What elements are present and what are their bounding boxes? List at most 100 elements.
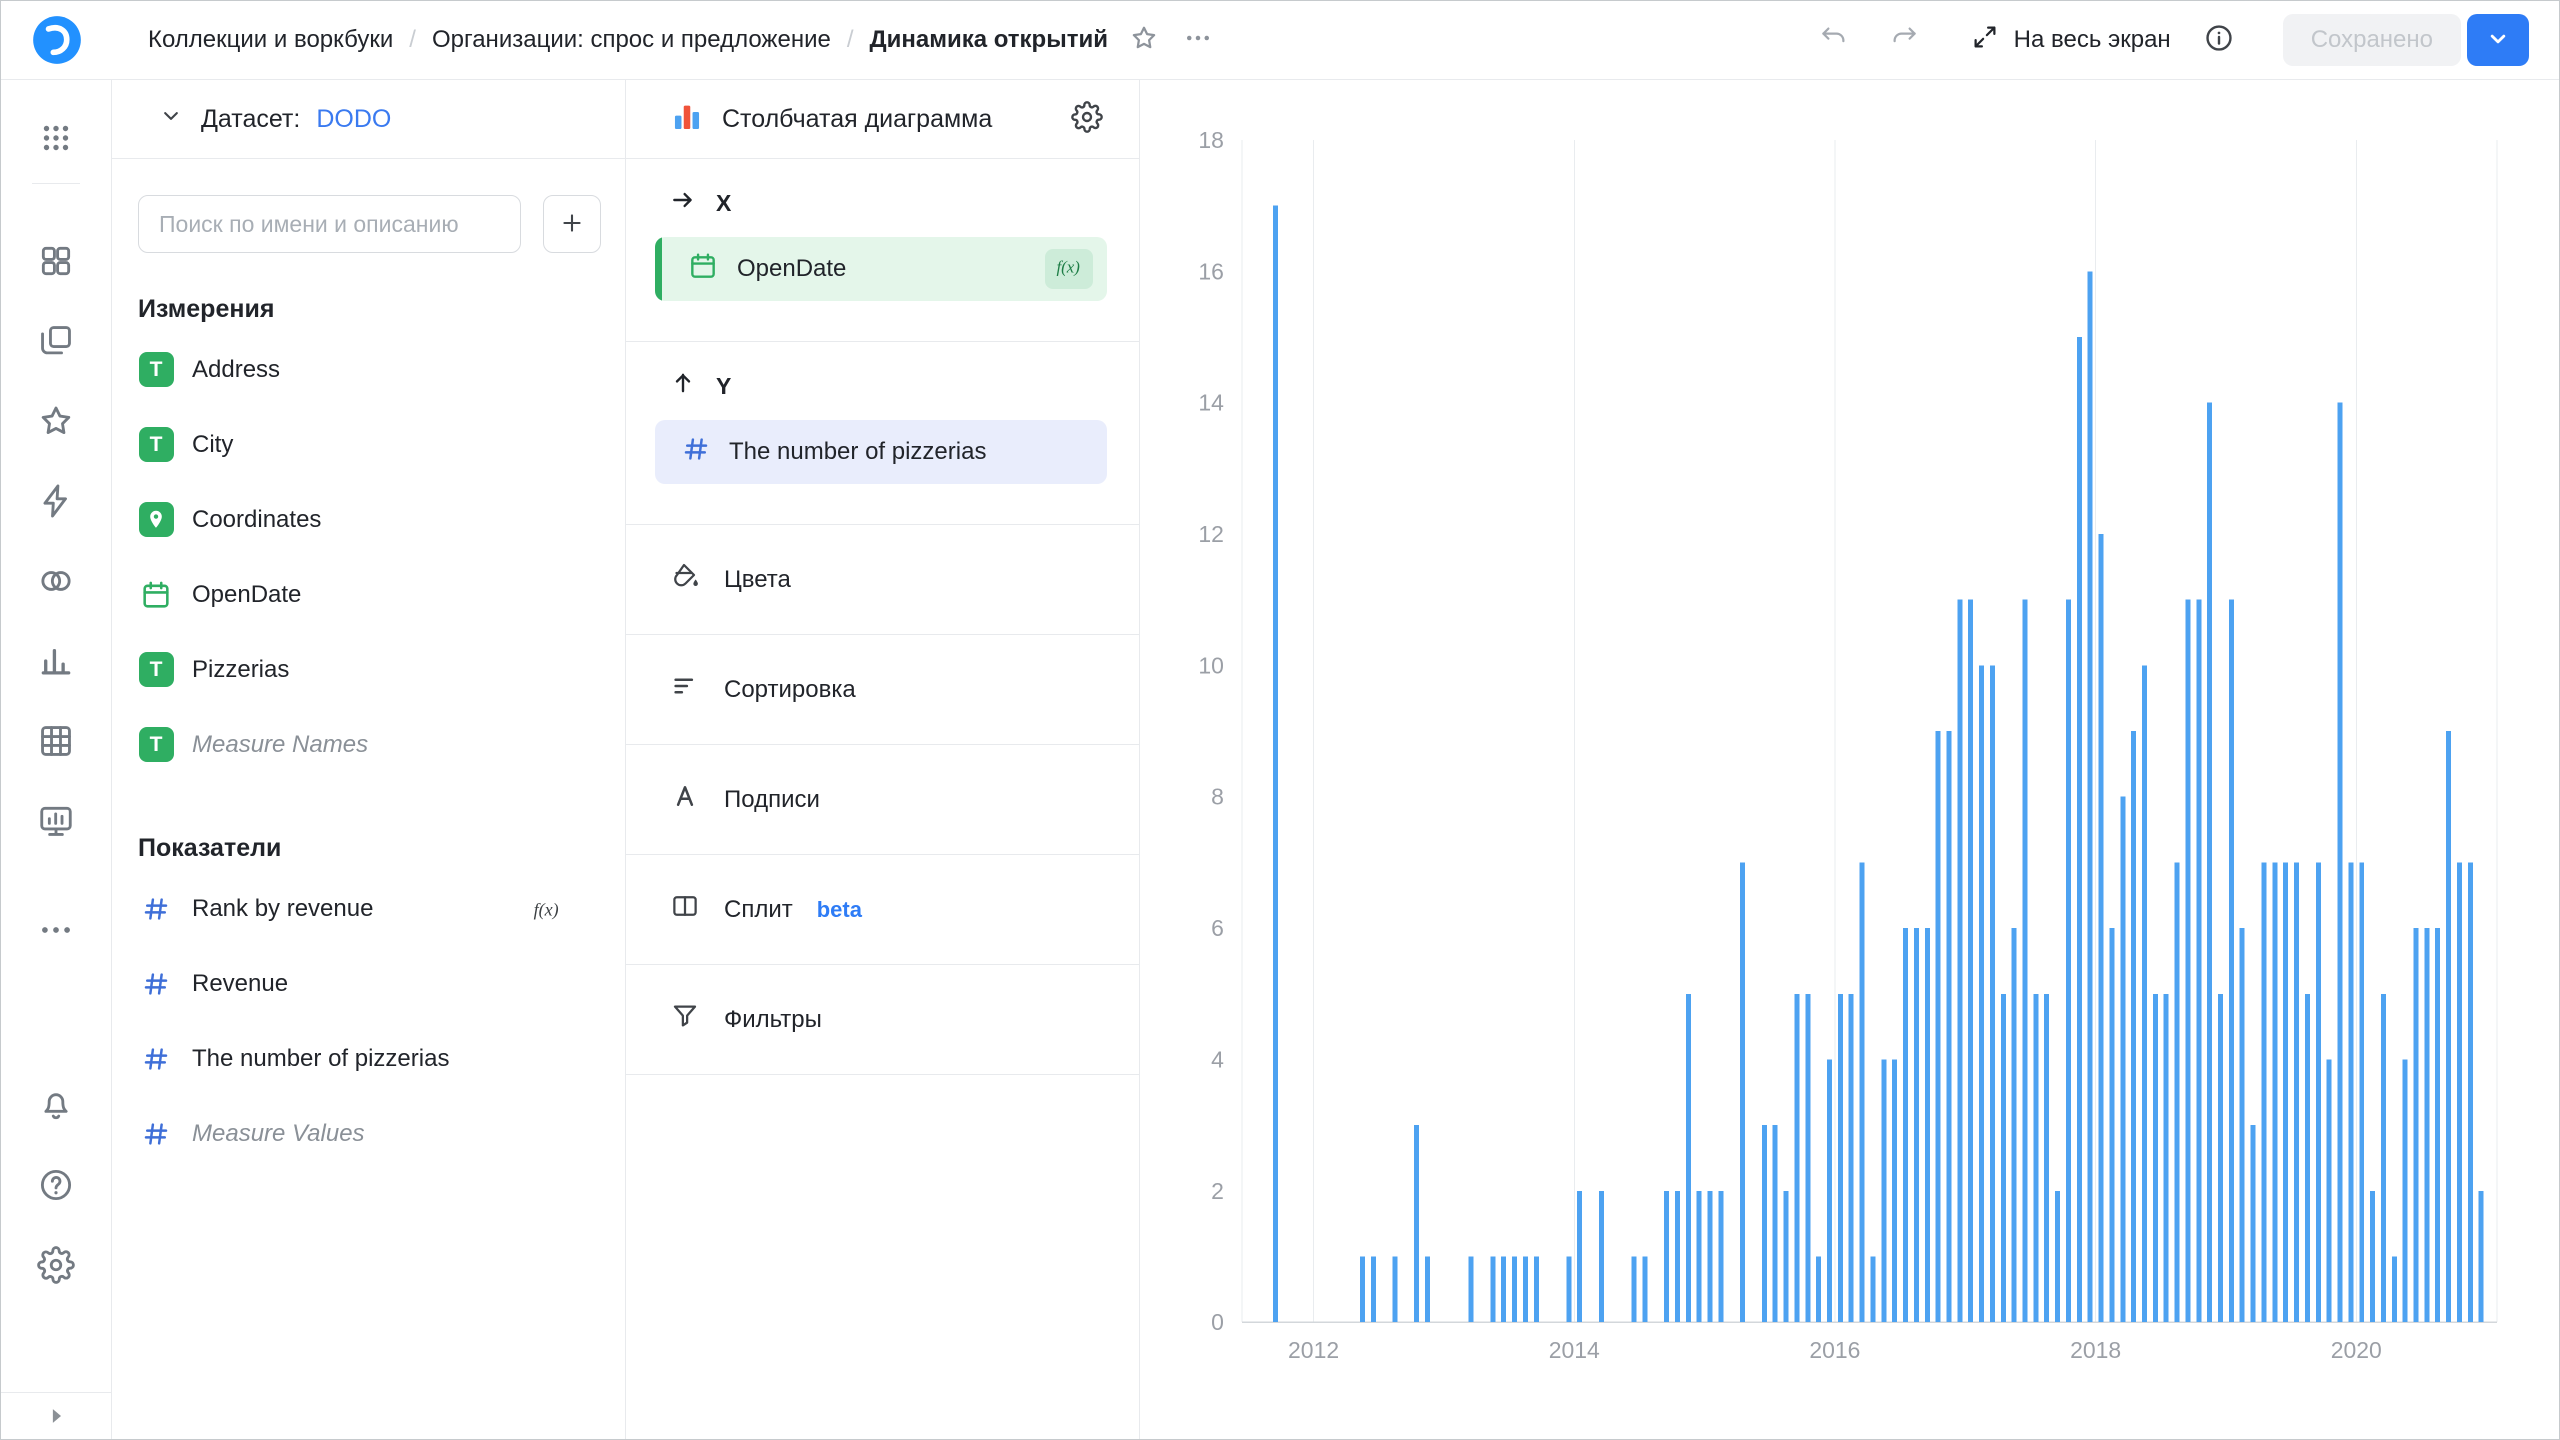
undo-icon[interactable] xyxy=(1812,18,1856,62)
expand-icon xyxy=(1970,22,2000,59)
y-field-pill[interactable]: The number of pizzerias xyxy=(655,420,1107,484)
hash-icon xyxy=(681,434,711,471)
field-item[interactable]: TMeasure Names xyxy=(112,707,625,782)
lightning-icon[interactable] xyxy=(37,482,75,520)
bell-icon[interactable] xyxy=(37,1086,75,1124)
layers-icon[interactable] xyxy=(37,322,75,360)
fullscreen-button[interactable]: На весь экран xyxy=(1970,22,2171,59)
svg-text:2012: 2012 xyxy=(1288,1337,1339,1363)
dataset-label: Датасет: xyxy=(201,105,300,134)
app-window: { "header": { "breadcrumbs": ["Коллекции… xyxy=(0,0,2560,1440)
string-field-icon: T xyxy=(139,352,174,387)
svg-text:14: 14 xyxy=(1198,390,1224,416)
svg-text:4: 4 xyxy=(1211,1046,1224,1072)
svg-text:2018: 2018 xyxy=(2070,1337,2121,1363)
filters-icon xyxy=(670,1001,700,1038)
hash-icon xyxy=(138,1044,174,1074)
svg-text:2016: 2016 xyxy=(1809,1337,1860,1363)
datalens-logo[interactable] xyxy=(1,14,112,66)
formula-fx-icon[interactable]: f(x) xyxy=(1045,249,1093,289)
hash-icon xyxy=(138,1119,174,1149)
svg-text:10: 10 xyxy=(1198,652,1224,678)
field-item[interactable]: Rank by revenuef(x) xyxy=(112,871,625,946)
svg-text:2020: 2020 xyxy=(2331,1337,2382,1363)
geopoint-field-icon xyxy=(139,502,174,537)
y-field-label: The number of pizzerias xyxy=(729,438,986,466)
beta-badge: beta xyxy=(817,897,862,923)
monitor-icon[interactable] xyxy=(37,802,75,840)
plus-icon xyxy=(558,209,586,240)
breadcrumb-item[interactable]: Организации: спрос и предложение xyxy=(432,26,831,54)
svg-text:12: 12 xyxy=(1198,521,1224,547)
chevron-down-icon[interactable] xyxy=(157,102,185,137)
svg-text:6: 6 xyxy=(1211,915,1224,941)
breadcrumb-separator: / xyxy=(409,26,416,54)
config-section-split[interactable]: Сплит beta xyxy=(626,855,1139,965)
column-chart-icon[interactable] xyxy=(670,100,704,139)
gear-icon[interactable] xyxy=(37,1246,75,1284)
svg-text:2: 2 xyxy=(1211,1178,1224,1204)
breadcrumb-separator: / xyxy=(847,26,854,54)
field-item[interactable]: TAddress xyxy=(112,332,625,407)
field-item[interactable]: The number of pizzerias xyxy=(112,1021,625,1096)
chart-canvas[interactable]: 02468101214161820122014201620182020 xyxy=(1141,80,2559,1439)
redo-icon[interactable] xyxy=(1882,18,1926,62)
header: Коллекции и воркбуки / Организации: спрос … xyxy=(1,1,2559,80)
svg-text:f(x): f(x) xyxy=(1057,257,1081,276)
hash-icon xyxy=(138,969,174,999)
rail-footer xyxy=(1,1392,111,1439)
colors-icon xyxy=(670,561,700,598)
config-section-label: Подписи xyxy=(724,786,820,814)
config-sections: Цвета Сортировка Подписи Сплит beta Фильтры xyxy=(626,525,1139,1075)
field-item[interactable]: TPizzerias xyxy=(112,632,625,707)
field-item[interactable]: TCity xyxy=(112,407,625,482)
config-section-label: Фильтры xyxy=(724,1006,822,1034)
dataset-header[interactable]: Датасет: DODO xyxy=(112,80,625,159)
field-item[interactable]: Coordinates xyxy=(112,482,625,557)
svg-text:f(x): f(x) xyxy=(534,899,559,920)
config-section-filters[interactable]: Фильтры xyxy=(626,965,1139,1075)
grid-dots-icon[interactable] xyxy=(37,119,75,157)
breadcrumb-item[interactable]: Коллекции и воркбуки xyxy=(148,26,393,54)
config-section-labels[interactable]: Подписи xyxy=(626,745,1139,855)
collapse-arrow-icon[interactable] xyxy=(1,1393,111,1439)
x-field-pill[interactable]: OpenDate f(x) xyxy=(655,237,1107,301)
svg-text:16: 16 xyxy=(1198,258,1224,284)
config-section-sort[interactable]: Сортировка xyxy=(626,635,1139,745)
x-field-label: OpenDate xyxy=(737,255,846,283)
saved-button[interactable]: Сохранено xyxy=(2283,14,2461,66)
add-field-button[interactable] xyxy=(543,195,601,253)
field-item[interactable]: Revenue xyxy=(112,946,625,1021)
chevron-down-icon xyxy=(2484,25,2512,56)
config-section-label: Цвета xyxy=(724,566,791,594)
labels-icon xyxy=(670,781,700,818)
info-icon[interactable] xyxy=(2197,18,2241,62)
four-squares-icon[interactable] xyxy=(37,242,75,280)
grid-table-icon[interactable] xyxy=(37,722,75,760)
title-actions xyxy=(1122,18,1220,62)
svg-text:2014: 2014 xyxy=(1549,1337,1600,1363)
fullscreen-label: На весь экран xyxy=(2014,26,2171,54)
field-item[interactable]: OpenDate xyxy=(112,557,625,632)
breadcrumb-item[interactable]: Динамика открытий xyxy=(870,26,1108,54)
calendar-icon xyxy=(687,250,719,289)
config-section-colors[interactable]: Цвета xyxy=(626,525,1139,635)
star-icon[interactable] xyxy=(37,402,75,440)
svg-text:0: 0 xyxy=(1211,1309,1224,1335)
favorite-star-icon[interactable] xyxy=(1122,18,1166,62)
ellipsis-icon[interactable] xyxy=(37,911,75,949)
venn-icon[interactable] xyxy=(37,562,75,600)
question-icon[interactable] xyxy=(37,1166,75,1204)
more-actions-icon[interactable] xyxy=(1176,18,1220,62)
dataset-name-link[interactable]: DODO xyxy=(316,105,391,134)
field-item[interactable]: Measure Values xyxy=(112,1096,625,1171)
chart-settings-gear-icon[interactable] xyxy=(1071,101,1103,138)
chart-bars-icon[interactable] xyxy=(37,642,75,680)
string-field-icon: T xyxy=(139,427,174,462)
chart-type-label[interactable]: Столбчатая диаграмма xyxy=(722,105,992,134)
config-section-label: Сплит xyxy=(724,896,793,924)
field-search-input[interactable] xyxy=(138,195,521,253)
calendar-icon xyxy=(138,578,174,612)
save-dropdown-button[interactable] xyxy=(2467,14,2529,66)
rail-divider xyxy=(32,183,80,184)
